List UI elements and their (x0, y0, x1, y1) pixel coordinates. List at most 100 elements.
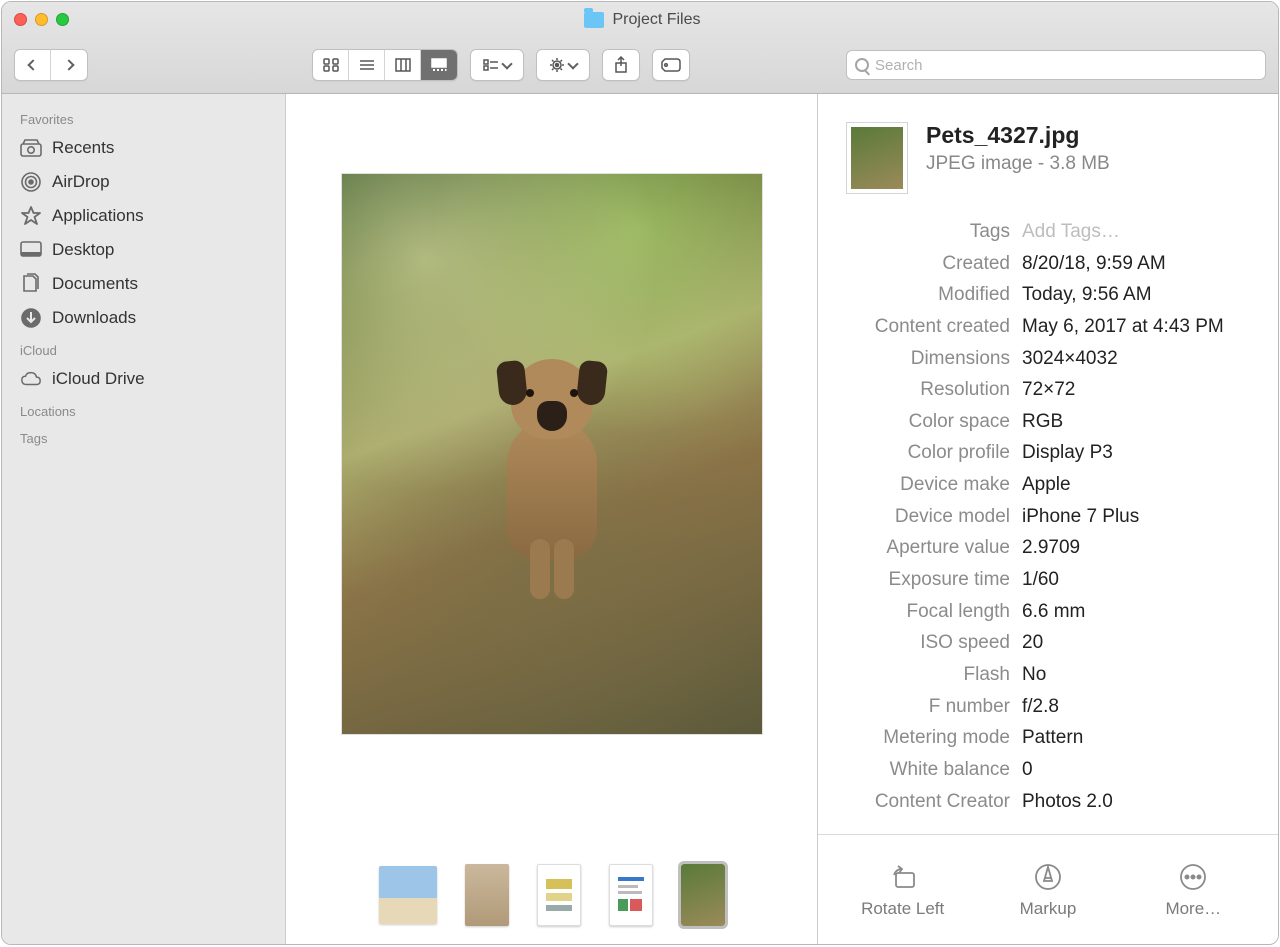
metadata-key: Color profile (818, 440, 1022, 466)
thumbnail-item[interactable] (537, 864, 581, 926)
arrange-icon (483, 59, 499, 71)
grid-icon (323, 58, 339, 72)
thumbnail-item[interactable] (609, 864, 653, 926)
metadata-value: 6.6 mm (1022, 599, 1254, 625)
search-field[interactable] (846, 50, 1266, 80)
sidebar-section-locations[interactable]: Locations (2, 396, 285, 423)
metadata-row: Device modeliPhone 7 Plus (818, 501, 1254, 533)
window-title: Project Files (612, 11, 700, 29)
metadata-key: Tags (818, 219, 1022, 245)
inspector-pane: Pets_4327.jpg JPEG image - 3.8 MB TagsAd… (818, 94, 1278, 944)
metadata-row: Resolution72×72 (818, 374, 1254, 406)
action-menu[interactable] (536, 49, 590, 81)
preview-image[interactable] (342, 174, 762, 734)
gear-icon (549, 57, 565, 73)
minimize-button[interactable] (35, 13, 48, 26)
list-icon (359, 58, 375, 72)
sidebar-item-label: Applications (52, 206, 144, 226)
action-label: More… (1165, 899, 1221, 919)
metadata-row: Aperture value2.9709 (818, 532, 1254, 564)
markup-icon (1032, 861, 1064, 893)
sidebar-item-label: Desktop (52, 240, 114, 260)
search-field-wrap (846, 50, 1266, 80)
metadata-row: Device makeApple (818, 469, 1254, 501)
sidebar-section-icloud: iCloud (2, 335, 285, 362)
view-column-button[interactable] (385, 50, 421, 80)
metadata-list: TagsAdd Tags…Created8/20/18, 9:59 AMModi… (818, 204, 1278, 834)
metadata-key: Dimensions (818, 346, 1022, 372)
sidebar-item-icloud-drive[interactable]: iCloud Drive (2, 362, 285, 396)
folder-icon (584, 12, 604, 28)
inspector-header: Pets_4327.jpg JPEG image - 3.8 MB (818, 94, 1278, 204)
share-icon (614, 56, 628, 74)
thumbnail-strip (286, 854, 817, 944)
inspector-thumbnail (846, 122, 908, 194)
metadata-value: f/2.8 (1022, 694, 1254, 720)
metadata-value: No (1022, 662, 1254, 688)
sidebar-item-applications[interactable]: Applications (2, 199, 285, 233)
sidebar-section-favorites: Favorites (2, 104, 285, 131)
forward-button[interactable] (51, 50, 87, 80)
content: Favorites Recents AirDrop Applications D… (2, 94, 1278, 944)
metadata-value: 2.9709 (1022, 535, 1254, 561)
metadata-row: Content CreatorPhotos 2.0 (818, 786, 1254, 818)
metadata-row: ModifiedToday, 9:56 AM (818, 279, 1254, 311)
desktop-icon (20, 239, 42, 261)
metadata-row: Color spaceRGB (818, 406, 1254, 438)
share-button[interactable] (602, 49, 640, 81)
nav-buttons (14, 49, 88, 81)
titlebar: Project Files (2, 2, 1278, 94)
action-more[interactable]: More… (1128, 861, 1258, 919)
cloud-icon (20, 368, 42, 390)
metadata-value: iPhone 7 Plus (1022, 504, 1254, 530)
action-label: Rotate Left (861, 899, 944, 919)
metadata-row: Created8/20/18, 9:59 AM (818, 248, 1254, 280)
sidebar-item-label: Downloads (52, 308, 136, 328)
metadata-key: Aperture value (818, 535, 1022, 561)
window-title-group: Project Files (69, 11, 1266, 29)
metadata-key: Content created (818, 314, 1022, 340)
sidebar-item-desktop[interactable]: Desktop (2, 233, 285, 267)
view-icon-button[interactable] (313, 50, 349, 80)
view-gallery-button[interactable] (421, 50, 457, 80)
chevron-right-icon (63, 60, 74, 71)
metadata-value: 8/20/18, 9:59 AM (1022, 251, 1254, 277)
sidebar-item-downloads[interactable]: Downloads (2, 301, 285, 335)
metadata-row: Color profileDisplay P3 (818, 437, 1254, 469)
tags-button[interactable] (652, 49, 690, 81)
metadata-value: May 6, 2017 at 4:43 PM (1022, 314, 1254, 340)
sidebar-item-recents[interactable]: Recents (2, 131, 285, 165)
back-button[interactable] (15, 50, 51, 80)
thumbnail-item[interactable] (465, 864, 509, 926)
search-input[interactable] (875, 57, 1257, 74)
close-button[interactable] (14, 13, 27, 26)
metadata-value: 0 (1022, 757, 1254, 783)
thumbnail-item-selected[interactable] (681, 864, 725, 926)
sidebar-item-documents[interactable]: Documents (2, 267, 285, 301)
thumbnail-item[interactable] (379, 866, 437, 924)
arrange-menu[interactable] (470, 49, 524, 81)
view-mode-group (312, 49, 458, 81)
metadata-row: FlashNo (818, 659, 1254, 691)
metadata-row: F numberf/2.8 (818, 691, 1254, 723)
metadata-key: Device model (818, 504, 1022, 530)
sidebar-item-label: iCloud Drive (52, 369, 145, 389)
action-markup[interactable]: Markup (983, 861, 1113, 919)
sidebar-item-airdrop[interactable]: AirDrop (2, 165, 285, 199)
tag-icon (661, 58, 681, 72)
sidebar-section-tags[interactable]: Tags (2, 423, 285, 450)
finder-window: Project Files (1, 1, 1279, 945)
applications-icon (20, 205, 42, 227)
zoom-button[interactable] (56, 13, 69, 26)
metadata-key: Modified (818, 282, 1022, 308)
search-icon (855, 58, 869, 72)
metadata-value: 3024×4032 (1022, 346, 1254, 372)
window-controls (14, 13, 69, 26)
documents-icon (20, 273, 42, 295)
metadata-value-placeholder[interactable]: Add Tags… (1022, 219, 1254, 245)
view-list-button[interactable] (349, 50, 385, 80)
sidebar-item-label: AirDrop (52, 172, 110, 192)
metadata-key: Created (818, 251, 1022, 277)
action-rotate-left[interactable]: Rotate Left (838, 861, 968, 919)
action-label: Markup (1020, 899, 1077, 919)
